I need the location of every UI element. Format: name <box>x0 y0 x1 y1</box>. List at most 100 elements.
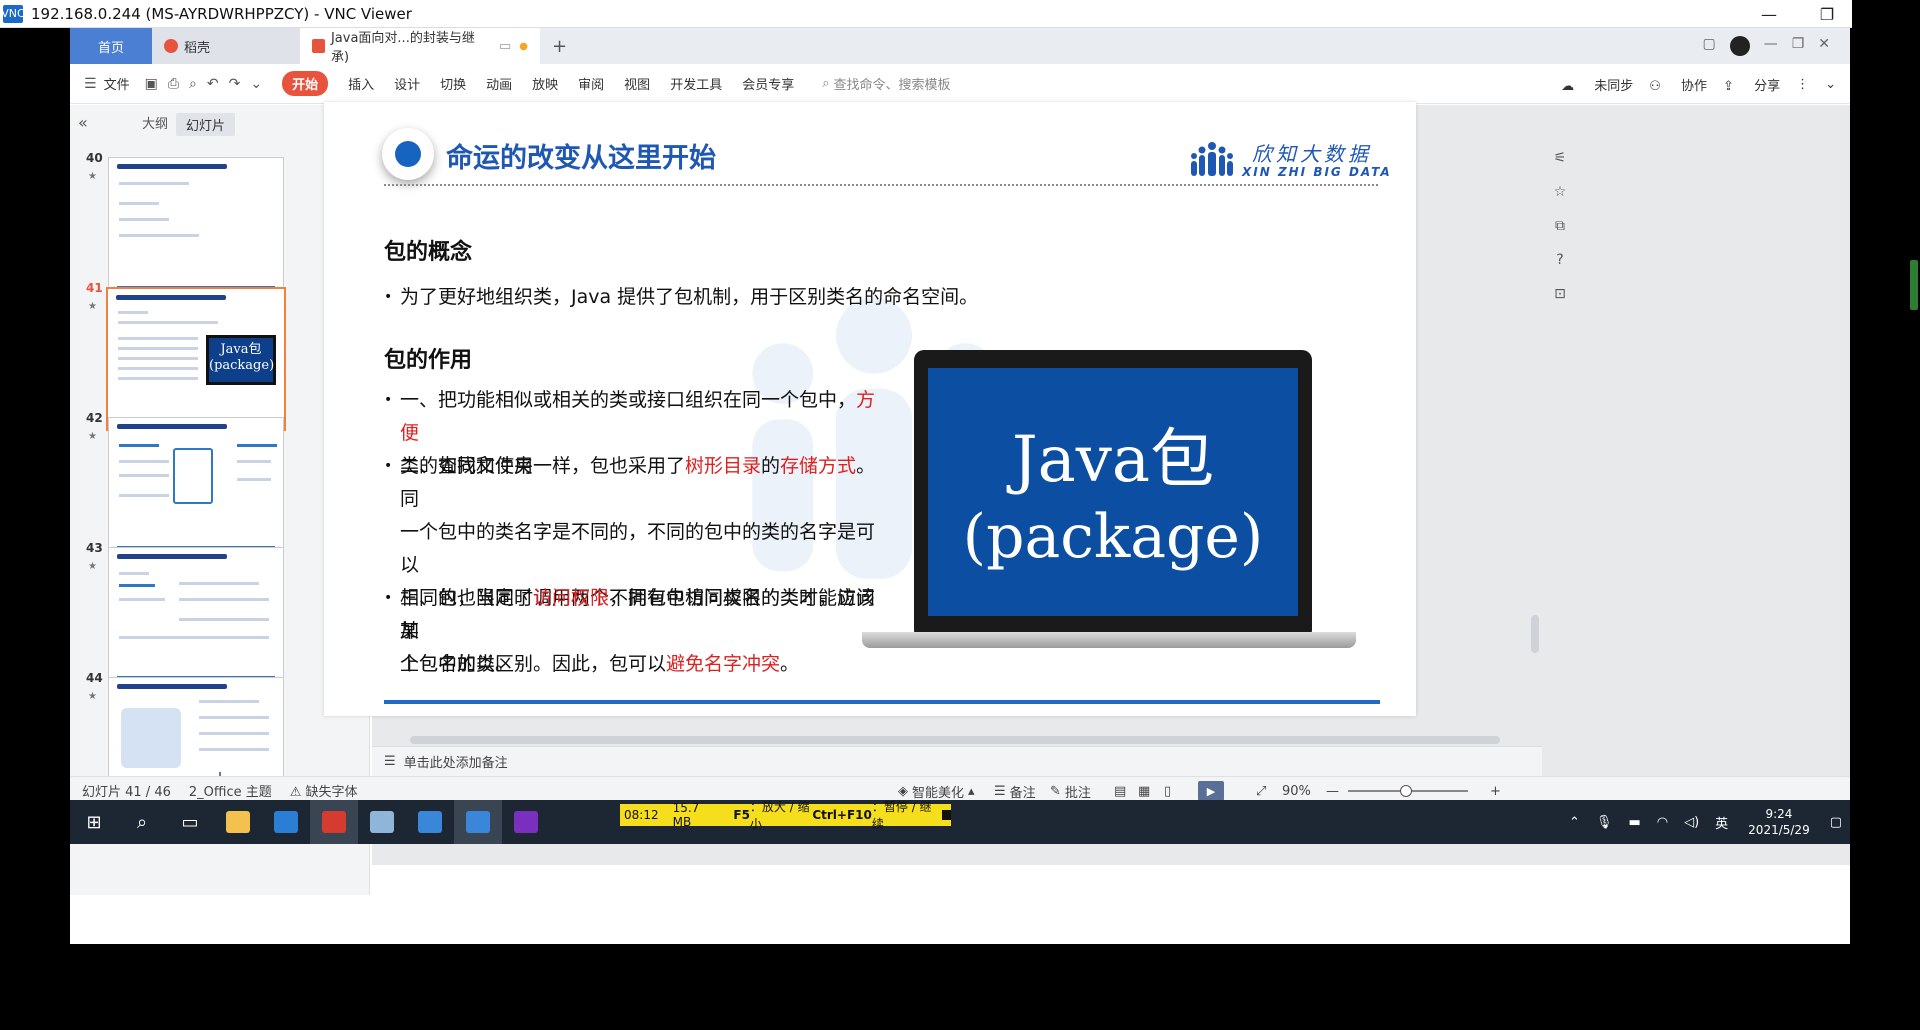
help-icon[interactable]: ? <box>1549 249 1571 271</box>
star-icon[interactable]: ☆ <box>1549 181 1571 203</box>
notes-app-icon[interactable] <box>358 800 406 844</box>
menu-slideshow[interactable]: 放映 <box>532 74 558 93</box>
task-view-icon[interactable]: ▭ <box>166 800 214 844</box>
preview-icon[interactable]: ⌕ <box>189 76 197 92</box>
bullet-2-text-b: 的 <box>761 455 781 477</box>
chevron-down-icon[interactable]: ⌄ <box>1825 77 1836 92</box>
collapse-icon[interactable]: « <box>78 113 88 132</box>
slide-number: 40 <box>86 151 103 165</box>
tab-document[interactable]: Java面向对...的封装与继承) ▭ ● <box>300 28 540 65</box>
clock-date: 2021/5/29 <box>1748 823 1810 837</box>
title-dot <box>395 141 421 167</box>
slide-thumbnail[interactable] <box>108 677 284 777</box>
star-icon: ★ <box>88 171 97 182</box>
tab-docer[interactable]: 稻壳 <box>152 28 300 64</box>
thumb-line <box>237 478 271 481</box>
thumb-line <box>199 732 269 735</box>
clock-time: 9:24 <box>1765 807 1793 821</box>
more-icon[interactable]: ⋮ <box>1796 77 1809 92</box>
input-language[interactable]: 英 <box>1715 813 1728 832</box>
menu-file[interactable]: 文件 <box>104 74 130 93</box>
search-icon[interactable]: ⌕ <box>118 800 166 844</box>
chevron-up-icon[interactable]: ⌃ <box>1569 815 1580 830</box>
vnc-taskbar-icon[interactable] <box>406 800 454 844</box>
logo-chinese: 欣知大数据 <box>1252 142 1372 166</box>
scroll-thumb[interactable] <box>1531 615 1539 653</box>
stop-icon[interactable] <box>942 810 951 820</box>
slides-icon[interactable]: ⧉ <box>1549 215 1571 237</box>
menu-view[interactable]: 视图 <box>624 74 650 93</box>
share-button[interactable]: ⇪ 分享 <box>1723 75 1780 94</box>
avatar[interactable] <box>1729 36 1750 56</box>
collab-button[interactable]: ⚇ 协作 <box>1649 75 1707 94</box>
bullet-dot: • <box>384 590 393 606</box>
recorder-bar: 08:12 15.7 MB F5 ：放大 / 缩小 Ctrl+F10 ：暂停 /… <box>620 800 951 831</box>
thumb-line <box>118 357 198 360</box>
tab-slides[interactable]: 幻灯片 <box>176 113 236 136</box>
tab-outline[interactable]: 大纲 <box>142 113 168 132</box>
battery-icon[interactable]: ▬ <box>1628 815 1640 830</box>
zoom-knob[interactable] <box>1400 785 1412 797</box>
menu-start[interactable]: 开始 <box>282 71 329 96</box>
wps-taskbar-icon[interactable] <box>310 800 358 844</box>
menu-member[interactable]: 会员专享 <box>742 74 794 93</box>
menu-review[interactable]: 审阅 <box>578 74 604 93</box>
clock[interactable]: 9:24 2021/5/29 <box>1748 806 1810 838</box>
menu-devtools[interactable]: 开发工具 <box>670 74 722 93</box>
menu-animation[interactable]: 动画 <box>486 74 512 93</box>
undo-icon[interactable]: ↶ <box>207 76 219 92</box>
recorder-key-1: F5 <box>733 808 750 822</box>
media-app-icon[interactable] <box>262 800 310 844</box>
notes-pane[interactable]: ☰ 单击此处添加备注 <box>372 746 1542 776</box>
app-shape <box>466 811 490 833</box>
app-shape <box>418 811 442 833</box>
sync-button[interactable]: ☁ 未同步 <box>1561 75 1633 94</box>
scroll-thumb[interactable] <box>410 736 1500 744</box>
menu-insert[interactable]: 插入 <box>348 74 374 93</box>
title-bullet-icon <box>382 128 434 180</box>
maximize-button[interactable]: ❐ <box>1804 0 1850 28</box>
print-icon[interactable]: ⎙ <box>168 76 179 92</box>
backup-icon[interactable]: ⊡ <box>1549 283 1571 305</box>
properties-icon[interactable]: ⚟ <box>1549 147 1571 169</box>
thumb-java-screen: Java包 (package) <box>206 335 276 385</box>
menu-bar: ☰ 文件 ▣ ⎙ ⌕ ↶ ↷ ⌄ 开始 插入 设计 切换 动画 放映 审阅 视图… <box>70 64 1850 104</box>
current-slide[interactable]: 命运的改变从这里开始 欣知大数据 XIN ZHI BIG DATA 包的概念 •… <box>324 102 1416 716</box>
vnc-taskbar-icon-2[interactable] <box>454 800 502 844</box>
menu-transition[interactable]: 切换 <box>440 74 466 93</box>
search-input[interactable]: 查找命令、搜索模板 <box>834 74 951 93</box>
slide-thumbnail[interactable] <box>108 417 284 557</box>
vertical-scrollbar[interactable] <box>1528 105 1542 745</box>
customize-icon[interactable]: ⌄ <box>250 76 262 92</box>
app-restore-icon[interactable]: ❐ <box>1792 36 1805 56</box>
save-icon[interactable]: ▣ <box>145 76 158 92</box>
slide-thumbnail[interactable] <box>108 157 284 297</box>
minimize-button[interactable]: — <box>1746 0 1792 28</box>
missing-font-button[interactable]: ⚠ 缺失字体 <box>290 781 358 800</box>
tab-home[interactable]: 首页 <box>70 28 152 64</box>
bullet-2-line-2: 一个包中的类名字是不同的，不同的包中的类的名字是可以 <box>400 521 876 576</box>
thumb-line <box>118 337 198 340</box>
layout-icon[interactable]: ▢ <box>1702 36 1715 56</box>
volume-icon[interactable]: ◁) <box>1684 815 1699 830</box>
horizontal-scrollbar[interactable] <box>390 734 1520 744</box>
slide-thumbnail-selected[interactable]: Java包 (package) <box>106 287 286 431</box>
intellij-icon[interactable] <box>502 800 550 844</box>
menu-design[interactable]: 设计 <box>394 74 420 93</box>
mic-icon[interactable]: 🎙 <box>1596 815 1613 830</box>
tab-document-label: Java面向对...的封装与继承) <box>330 31 475 65</box>
sync-label: 未同步 <box>1594 78 1634 94</box>
notifications-icon[interactable]: ▢ <box>1830 815 1842 830</box>
hamburger-icon[interactable]: ☰ <box>84 76 97 92</box>
app-close-icon[interactable]: ✕ <box>1818 36 1830 56</box>
wifi-icon[interactable]: ◠ <box>1657 815 1668 830</box>
side-handle[interactable] <box>1910 260 1918 310</box>
slide-number: 41 <box>86 281 103 295</box>
logo-icon <box>1191 142 1233 176</box>
file-explorer-icon[interactable] <box>214 800 262 844</box>
windows-start-icon[interactable]: ⊞ <box>70 800 118 844</box>
redo-icon[interactable]: ↷ <box>229 76 241 92</box>
slide-thumbnail[interactable] <box>108 547 284 687</box>
new-tab-button[interactable]: + <box>540 28 579 64</box>
app-minimize-icon[interactable]: — <box>1764 36 1778 56</box>
